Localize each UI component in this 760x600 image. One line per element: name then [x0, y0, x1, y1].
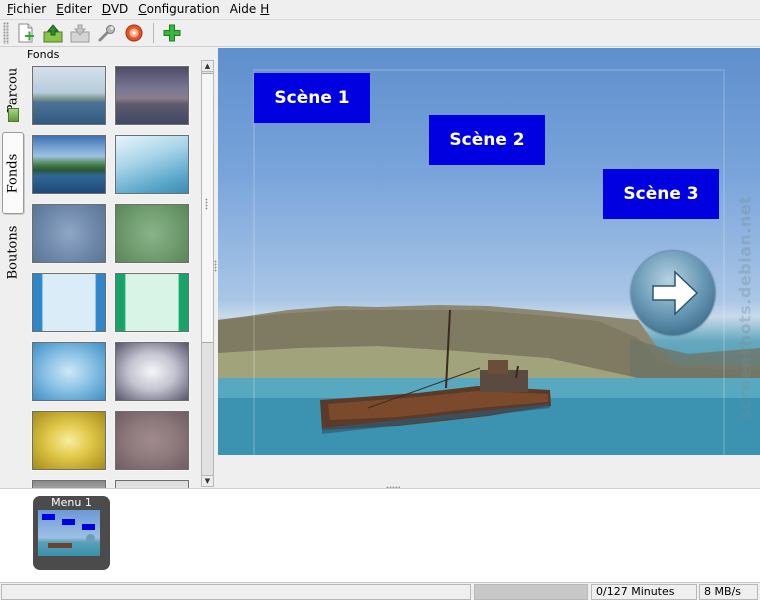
- toolbar-grip[interactable]: [3, 22, 9, 44]
- thumbnails-scrollbar[interactable]: ▲ ▼: [201, 60, 214, 487]
- scene-2-button[interactable]: Scène 2: [429, 115, 545, 165]
- next-page-button[interactable]: [631, 251, 715, 335]
- thumbnail-dusk-shipwreck[interactable]: [115, 66, 189, 125]
- menu-preview: Scène 1 Scène 2 Scène 3: [218, 48, 760, 455]
- panel-splitter-grip[interactable]: [205, 198, 208, 210]
- thumbnail-blue-light[interactable]: [115, 135, 189, 194]
- status-progress-bar: [474, 584, 588, 600]
- burn-button[interactable]: [123, 22, 145, 44]
- open-folder-icon: [43, 24, 63, 43]
- burn-disc-icon: [125, 24, 143, 42]
- add-icon: [163, 24, 181, 42]
- menu-aide-label: Aide: [229, 2, 257, 16]
- scene-1-button[interactable]: Scène 1: [254, 73, 370, 123]
- thumbnail-green-stripes[interactable]: [115, 273, 189, 332]
- backgrounds-panel: Fonds: [26, 48, 214, 500]
- thumbnail-blurred-blue[interactable]: [32, 204, 106, 263]
- tab-boutons-label: Boutons: [5, 225, 21, 279]
- menu-item[interactable]: Menu 1: [33, 496, 110, 570]
- thumbnail-blue-stripes[interactable]: [32, 273, 106, 332]
- preview-margin: [218, 455, 760, 488]
- scene-2-label: Scène 2: [449, 130, 525, 150]
- scene-3-button[interactable]: Scène 3: [603, 169, 719, 219]
- side-tabs: Parcou Fonds Boutons: [0, 48, 26, 488]
- preview-splitter-grip[interactable]: [214, 260, 217, 272]
- toolbar-separator: [153, 23, 154, 43]
- thumbnail-silver-frame[interactable]: [115, 342, 189, 401]
- menu-configuration[interactable]: Configuration: [133, 0, 224, 19]
- tab-fonds-label: Fonds: [5, 153, 21, 193]
- mini-scene-3: [82, 524, 95, 530]
- watermark-text: screenshots.debian.net: [735, 195, 755, 420]
- watermark: screenshots.debian.net: [731, 185, 759, 430]
- open-button[interactable]: [42, 22, 64, 44]
- thumbnail-coast-sea[interactable]: [32, 66, 106, 125]
- thumbnail-gold-frame[interactable]: [32, 411, 106, 470]
- menu-item-title: Menu 1: [51, 496, 92, 509]
- new-document-button[interactable]: [15, 22, 37, 44]
- settings-button[interactable]: [96, 22, 118, 44]
- save-button[interactable]: [69, 22, 91, 44]
- menu-aide[interactable]: Aide H: [225, 0, 275, 19]
- menu-item-thumbnail: [38, 510, 100, 556]
- mini-scene-2: [62, 519, 75, 525]
- add-button[interactable]: [161, 22, 183, 44]
- menus-list: Menu 1: [0, 488, 760, 582]
- panel-title: Fonds: [27, 48, 60, 61]
- new-document-icon: [18, 23, 34, 43]
- menu-fichier[interactable]: Fichier: [2, 0, 51, 19]
- menu-editer[interactable]: Editer: [51, 0, 97, 19]
- mini-next-icon: [86, 534, 95, 543]
- menubar: Fichier Editer DVD Configuration Aide H: [0, 0, 760, 19]
- status-duration: 0/127 Minutes: [591, 584, 697, 600]
- tab-parcours-label: Parcou: [5, 67, 21, 113]
- menu-dvd[interactable]: DVD: [97, 0, 133, 19]
- tab-fonds[interactable]: Fonds: [2, 132, 24, 214]
- wrench-icon: [98, 25, 115, 42]
- thumbnail-blue-frame[interactable]: [32, 342, 106, 401]
- status-message: [1, 584, 471, 600]
- statusbar: 0/127 Minutes 8 MB/s: [0, 582, 760, 600]
- thumbnail-red-grey-frame[interactable]: [115, 411, 189, 470]
- menu-aide-shortcut: H: [260, 2, 270, 16]
- thumbnail-blurred-green[interactable]: [115, 204, 189, 263]
- thumbnail-green-coast[interactable]: [32, 135, 106, 194]
- save-icon: [70, 24, 90, 43]
- toolbar: [0, 19, 760, 47]
- mini-shipwreck: [48, 543, 72, 548]
- arrow-right-icon: [652, 270, 699, 316]
- thumbnail-grid: [32, 66, 190, 500]
- scene-3-label: Scène 3: [623, 184, 699, 204]
- status-size: 8 MB/s: [699, 584, 758, 600]
- scene-1-label: Scène 1: [274, 88, 350, 108]
- mini-scene-1: [42, 514, 55, 520]
- scroll-down-icon[interactable]: ▼: [202, 475, 213, 486]
- tab-boutons[interactable]: Boutons: [2, 218, 24, 286]
- tab-parcours-icon: [8, 108, 19, 122]
- scroll-up-icon[interactable]: ▲: [202, 61, 213, 72]
